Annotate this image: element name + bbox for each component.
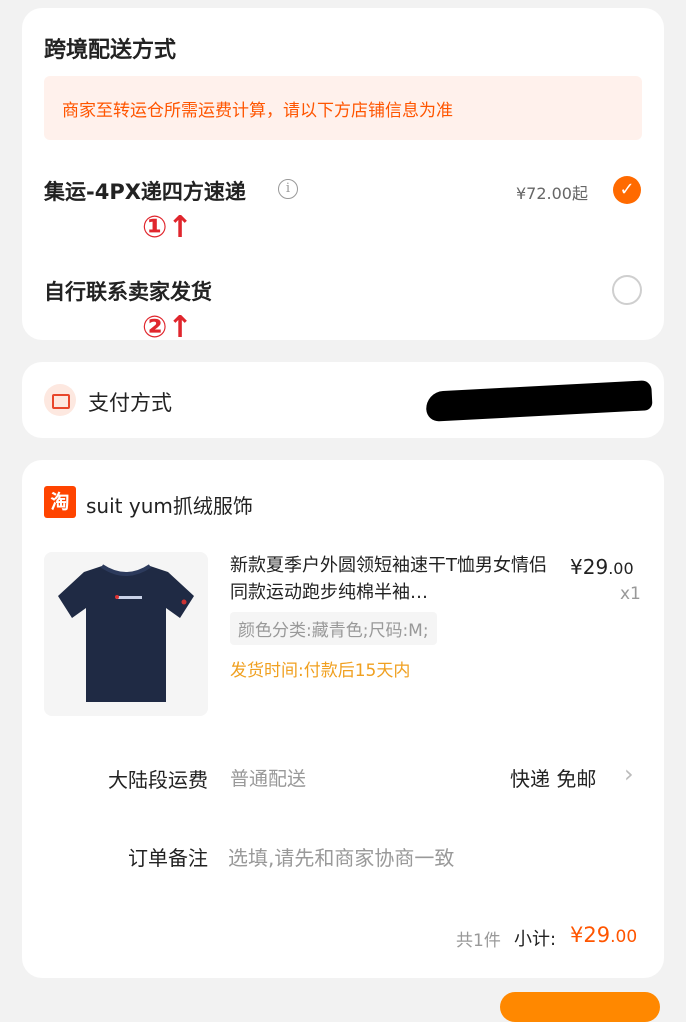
taobao-logo-icon: 淘 (44, 486, 76, 518)
redaction-mark (425, 380, 653, 422)
order-note-label: 订单备注 (128, 846, 208, 870)
shipping-card: 跨境配送方式 商家至转运仓所需运费计算，请以下方店铺信息为准 集运-4PX递四方… (22, 8, 664, 345)
product-image[interactable] (44, 552, 208, 716)
subtotal-dec: .00 (610, 927, 638, 947)
product-price-int: ¥29 (570, 555, 609, 579)
subtotal-value: ¥29.00 (570, 923, 637, 947)
shipping-option-4px[interactable]: 集运-4PX递四方速递 i ¥72.00起 ✓ (22, 158, 664, 222)
info-icon[interactable]: i (278, 179, 298, 199)
subtotal-int: ¥29 (570, 923, 611, 947)
shipping-notice-text: 商家至转运仓所需运费计算，请以下方店铺信息为准 (62, 101, 453, 121)
product-sku: 颜色分类:藏青色;尺码:M; (230, 612, 437, 645)
wallet-icon (44, 384, 76, 416)
product-price-dec: .00 (608, 559, 634, 578)
order-summary: 共1件 小计: ¥29.00 (22, 920, 664, 960)
chevron-right-icon: › (624, 760, 634, 788)
mainland-shipping-type: 普通配送 (230, 768, 307, 790)
annotation-1: ①↑ (142, 210, 193, 245)
shipping-title: 跨境配送方式 (44, 38, 177, 63)
payment-card[interactable]: 支付方式 (22, 362, 664, 438)
shop-name[interactable]: suit yum抓绒服饰 (86, 490, 253, 519)
tshirt-icon (58, 564, 194, 702)
shipping-notice: 商家至转运仓所需运费计算，请以下方店铺信息为准 (44, 76, 642, 140)
checkmark-icon[interactable]: ✓ (613, 176, 641, 204)
item-count: 共1件 (456, 931, 501, 951)
shipping-option-self[interactable]: 自行联系卖家发货 (22, 260, 664, 320)
order-card: 淘 suit yum抓绒服饰 新款夏季户外圆领短袖速干T恤男女情侣同款运动跑步纯… (22, 460, 664, 978)
radio-unchecked-icon[interactable] (612, 275, 642, 305)
order-note-row: 订单备注 选填,请先和商家协商一致 (22, 832, 664, 878)
shipping-option-label: 集运-4PX递四方速递 (44, 180, 246, 204)
mainland-shipping-row[interactable]: 大陆段运费 普通配送 快递 免邮 › (22, 756, 664, 800)
annotation-2: ②↑ (142, 310, 193, 345)
product-quantity: x1 (620, 584, 641, 604)
ship-time: 发货时间:付款后15天内 (230, 661, 411, 681)
mainland-shipping-method: 快递 免邮 (510, 767, 597, 791)
order-note-input[interactable]: 选填,请先和商家协商一致 (228, 842, 454, 871)
shipping-option-price: ¥72.00起 (516, 184, 588, 203)
product-title[interactable]: 新款夏季户外圆领短袖速干T恤男女情侣同款运动跑步纯棉半袖… (230, 552, 550, 606)
subtotal-label: 小计: (514, 929, 557, 950)
mainland-shipping-label: 大陆段运费 (108, 768, 208, 792)
payment-label: 支付方式 (88, 391, 172, 415)
shipping-option-label: 自行联系卖家发货 (44, 280, 212, 304)
product-price: ¥29.00 (570, 555, 634, 579)
submit-order-button[interactable] (500, 992, 660, 1022)
